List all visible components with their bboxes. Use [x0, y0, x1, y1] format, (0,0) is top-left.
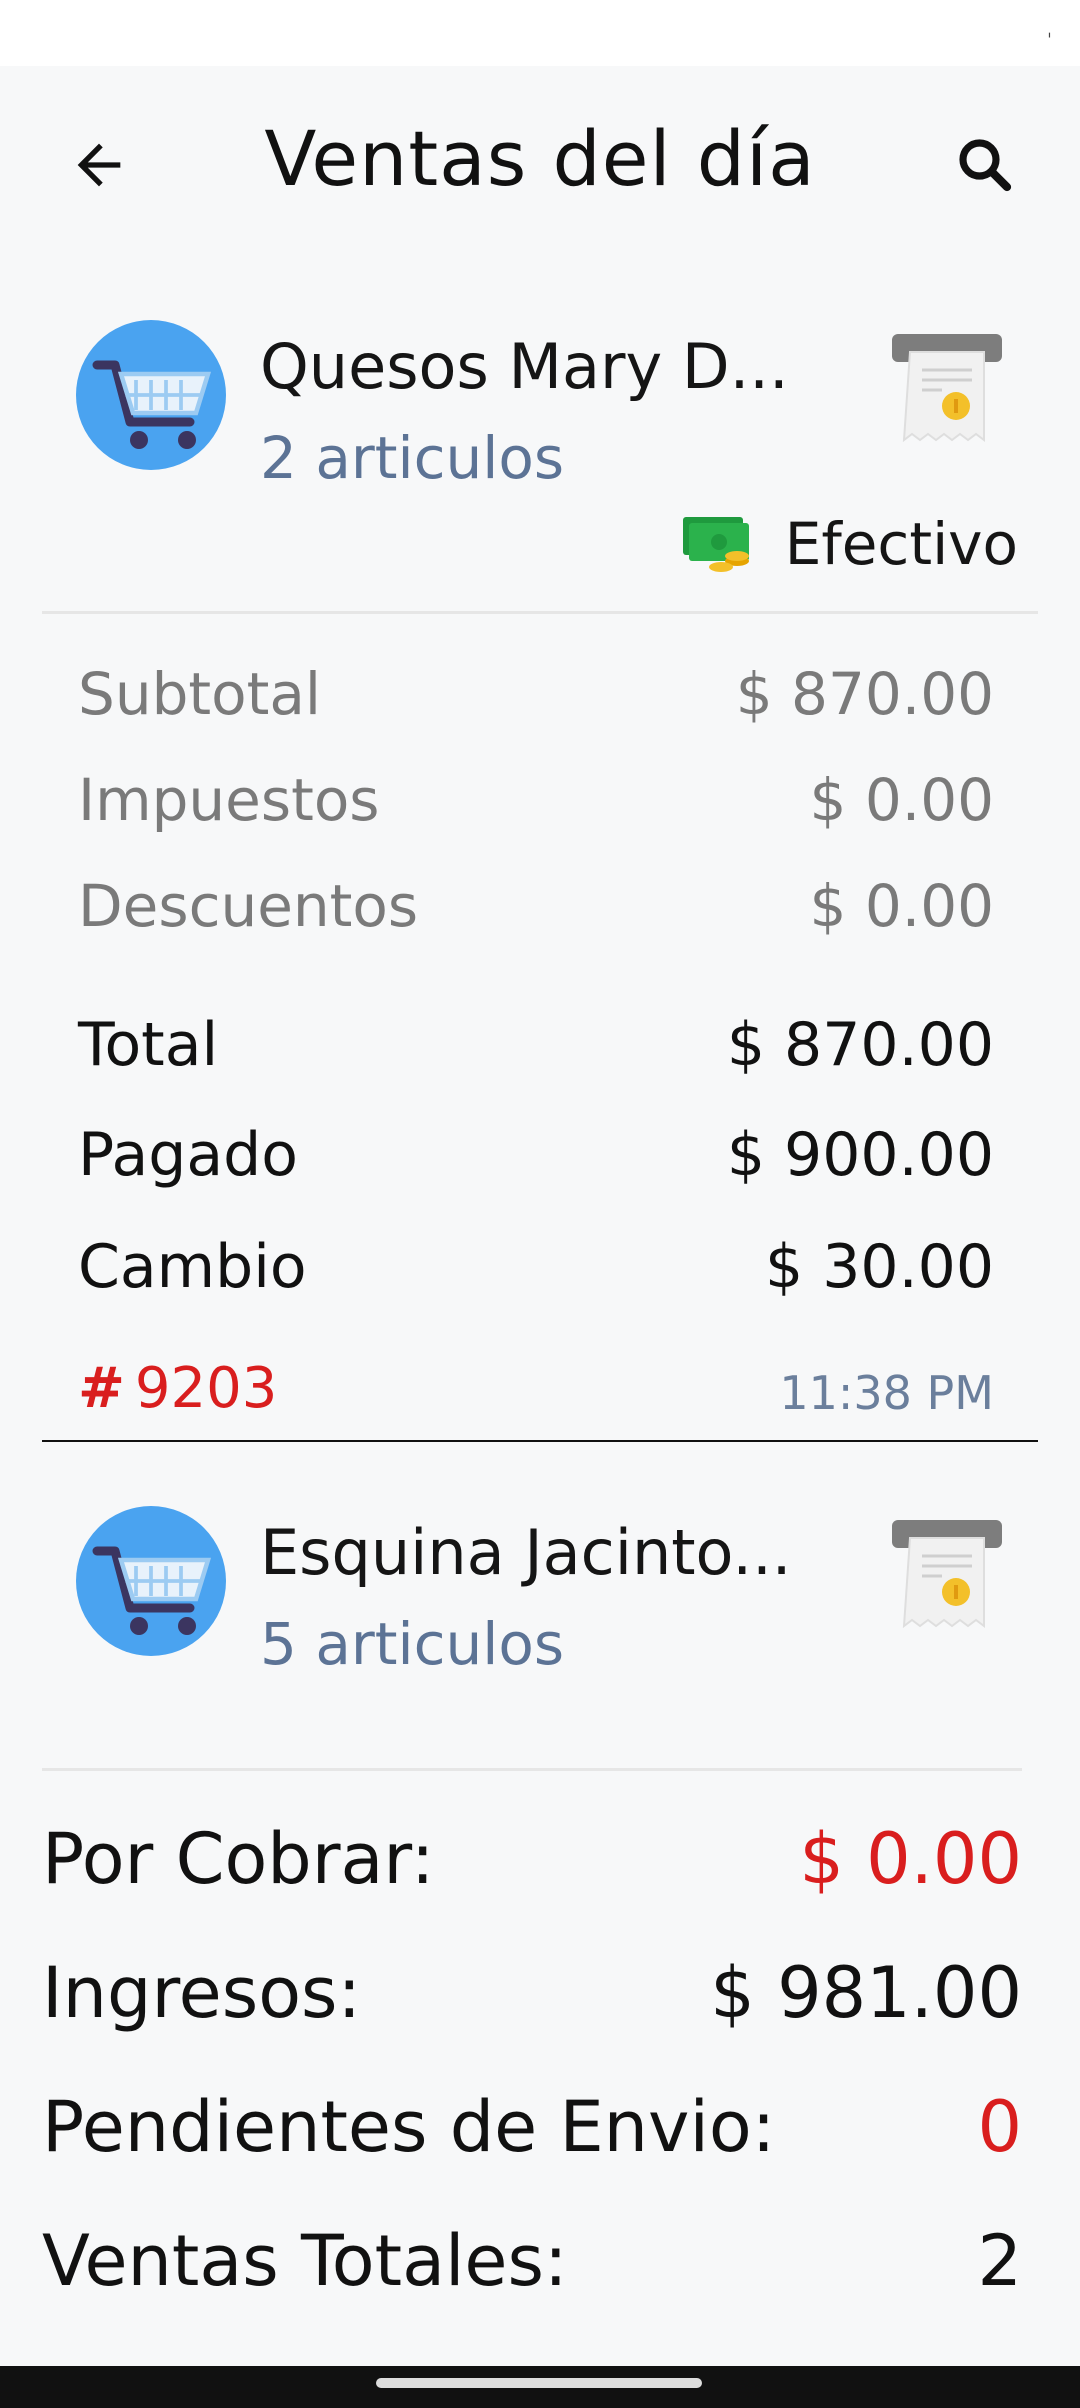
order-number: #9203 [78, 1356, 277, 1421]
income-label: Ingresos: [42, 1952, 362, 2034]
tax-value: $ 0.00 [809, 766, 994, 834]
navigation-bar [0, 2366, 1080, 2408]
sale-card[interactable]: Esquina Jacinto... 5 articulos [42, 1486, 1038, 1746]
shopping-cart-icon [76, 320, 226, 470]
hash-icon: # [78, 1356, 125, 1421]
summary-income: Ingresos: $ 981.00 [42, 1952, 1022, 2034]
item-count: 2 articulos [260, 424, 565, 492]
subtotal-value: $ 870.00 [735, 660, 994, 728]
search-icon [959, 139, 1012, 192]
change-value: $ 30.00 [764, 1232, 994, 1302]
paid-row: Pagado $ 900.00 [78, 1120, 994, 1190]
receipt-icon[interactable] [892, 1516, 1002, 1636]
card-divider [42, 1440, 1038, 1442]
summary-receivable: Por Cobrar: $ 0.00 [42, 1818, 1022, 1900]
customer-name: Quesos Mary D... [260, 330, 789, 403]
tax-label: Impuestos [78, 766, 380, 834]
total-row: Total $ 870.00 [78, 1010, 994, 1080]
tax-row: Impuestos $ 0.00 [78, 766, 994, 834]
subtotal-label: Subtotal [78, 660, 322, 728]
payment-method-label: Efectivo [784, 510, 1018, 578]
status-indicator-icon: ˈ [1047, 30, 1052, 51]
summary-total-sales: Ventas Totales: 2 [42, 2220, 1022, 2302]
cash-icon [682, 517, 749, 572]
home-gesture-handle[interactable] [376, 2378, 702, 2388]
app-bar: Ventas del día [0, 66, 1080, 256]
search-button[interactable] [942, 122, 1028, 208]
payment-method: Efectivo [682, 510, 1018, 578]
discount-row: Descuentos $ 0.00 [78, 872, 994, 940]
summary-divider [42, 1768, 1022, 1771]
income-value: $ 981.00 [710, 1952, 1022, 2034]
paid-label: Pagado [78, 1120, 298, 1190]
change-label: Cambio [78, 1232, 307, 1302]
receivable-label: Por Cobrar: [42, 1818, 435, 1900]
page-title: Ventas del día [264, 114, 816, 203]
shopping-cart-icon [76, 1506, 226, 1656]
paid-value: $ 900.00 [726, 1120, 994, 1190]
change-row: Cambio $ 30.00 [78, 1232, 994, 1302]
order-number-value: 9203 [134, 1356, 278, 1421]
total-sales-value: 2 [977, 2220, 1022, 2302]
receivable-value: $ 0.00 [799, 1818, 1022, 1900]
summary-pending: Pendientes de Envio: 0 [42, 2086, 1022, 2168]
status-bar: ˈ [0, 0, 1080, 66]
total-sales-label: Ventas Totales: [42, 2220, 568, 2302]
discount-label: Descuentos [78, 872, 419, 940]
subtotal-row: Subtotal $ 870.00 [78, 660, 994, 728]
divider [42, 611, 1038, 614]
total-value: $ 870.00 [726, 1010, 994, 1080]
discount-value: $ 0.00 [809, 872, 994, 940]
item-count: 5 articulos [260, 1610, 565, 1678]
pending-label: Pendientes de Envio: [42, 2086, 776, 2168]
sale-time: 11:38 PM [779, 1366, 994, 1420]
customer-name: Esquina Jacinto... [260, 1516, 792, 1589]
total-label: Total [78, 1010, 219, 1080]
pending-value: 0 [977, 2086, 1022, 2168]
receipt-icon[interactable] [892, 330, 1002, 450]
